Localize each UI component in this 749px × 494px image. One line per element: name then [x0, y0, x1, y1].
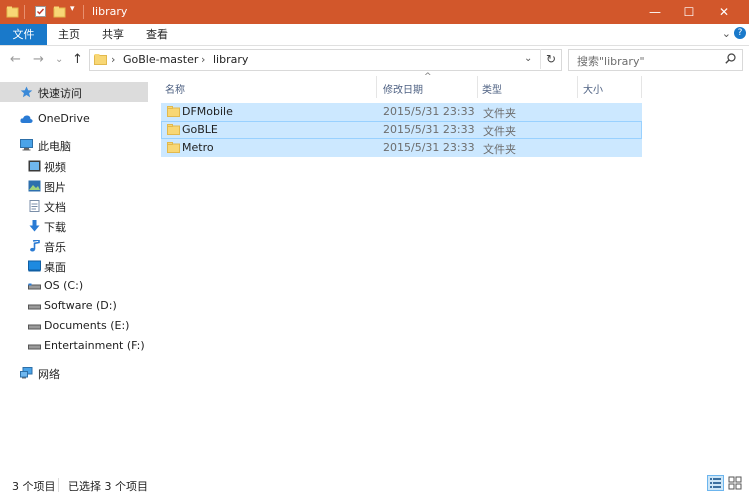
- forward-button[interactable]: →: [33, 52, 44, 67]
- column-header-size[interactable]: 大小: [583, 81, 603, 96]
- pictures-icon: [28, 180, 41, 192]
- file-name: Metro: [182, 141, 214, 154]
- file-name: GoBLE: [182, 123, 218, 136]
- column-header-name[interactable]: 名称: [165, 81, 185, 96]
- column-header-type[interactable]: 类型: [482, 81, 502, 96]
- drive-icon: [28, 324, 41, 330]
- sort-ascending-icon: ^: [424, 72, 432, 82]
- close-button[interactable]: ✕: [707, 0, 741, 24]
- search-icon[interactable]: [725, 53, 736, 64]
- nav-item-videos[interactable]: 视频: [0, 156, 148, 176]
- breadcrumb-library[interactable]: library: [213, 53, 248, 66]
- file-date: 2015/5/31 23:33: [383, 105, 475, 118]
- nav-item-onedrive[interactable]: OneDrive: [0, 109, 148, 129]
- file-date: 2015/5/31 23:33: [383, 141, 475, 154]
- divider: [24, 5, 25, 19]
- nav-item-desktop[interactable]: 桌面: [0, 256, 148, 276]
- column-divider[interactable]: [577, 76, 578, 98]
- breadcrumb-separator[interactable]: ›: [111, 53, 115, 66]
- expand-ribbon-icon[interactable]: ⌄: [722, 27, 731, 40]
- download-icon: [29, 220, 40, 232]
- drive-icon: [28, 283, 41, 290]
- title-bar: ▾ library — ☐ ✕: [0, 0, 749, 24]
- search-box[interactable]: 搜索"library": [568, 49, 743, 71]
- folder-icon: [94, 54, 107, 65]
- nav-item-pictures[interactable]: 图片: [0, 176, 148, 196]
- help-icon[interactable]: ?: [734, 27, 746, 39]
- folder-icon: [167, 142, 180, 153]
- column-divider[interactable]: [376, 76, 377, 98]
- search-input[interactable]: 搜索"library": [577, 53, 645, 69]
- nav-item-this-pc[interactable]: 此电脑: [0, 135, 148, 155]
- column-header-date[interactable]: 修改日期: [383, 81, 423, 96]
- column-headers: ^ 名称 修改日期 类型 大小: [160, 72, 749, 98]
- address-bar[interactable]: › GoBle-master › library ⌄: [89, 49, 562, 71]
- video-icon: [28, 160, 41, 172]
- new-folder-icon[interactable]: [53, 5, 66, 18]
- nav-item-documents[interactable]: 文档: [0, 196, 148, 216]
- file-row-dfmobile[interactable]: DFMobile 2015/5/31 23:33 文件夹: [161, 103, 642, 121]
- address-dropdown-icon[interactable]: ⌄: [524, 53, 532, 64]
- large-icons-view-icon[interactable]: [728, 476, 742, 490]
- ribbon: 文件 主页 共享 查看 ⌄ ?: [0, 24, 749, 46]
- tab-home[interactable]: 主页: [50, 24, 88, 45]
- up-button[interactable]: ↑: [72, 52, 83, 67]
- column-divider[interactable]: [477, 76, 478, 98]
- file-type: 文件夹: [483, 125, 516, 138]
- maximize-button[interactable]: ☐: [672, 0, 706, 24]
- nav-item-drive-c[interactable]: OS (C:): [0, 276, 148, 296]
- navigation-pane: 快速访问 OneDrive 此电脑 视频 图片 文档 下载 音乐 桌面 OS (…: [0, 78, 148, 468]
- drive-icon: [28, 304, 41, 310]
- nav-item-network[interactable]: 网络: [0, 363, 148, 383]
- nav-item-drive-e[interactable]: Documents (E:): [0, 316, 148, 336]
- nav-item-downloads[interactable]: 下载: [0, 216, 148, 236]
- cloud-icon: [20, 115, 33, 123]
- minimize-button[interactable]: —: [638, 0, 672, 24]
- folder-icon: [167, 106, 180, 117]
- drive-icon: [28, 344, 41, 350]
- nav-item-music[interactable]: 音乐: [0, 236, 148, 256]
- tab-share[interactable]: 共享: [94, 24, 132, 45]
- nav-item-quick-access[interactable]: 快速访问: [0, 82, 148, 102]
- column-divider[interactable]: [641, 76, 642, 98]
- breadcrumb-separator[interactable]: ›: [201, 53, 205, 66]
- documents-icon: [29, 200, 40, 212]
- details-view-icon: [710, 478, 721, 488]
- item-count: 3 个项目: [12, 480, 56, 493]
- nav-item-drive-d[interactable]: Software (D:): [0, 296, 148, 316]
- file-date: 2015/5/31 23:33: [383, 123, 475, 136]
- selected-count: 已选择 3 个项目: [68, 480, 148, 493]
- divider: [58, 478, 59, 492]
- folder-icon: [6, 6, 19, 18]
- nav-item-drive-f[interactable]: Entertainment (F:): [0, 336, 148, 356]
- refresh-button[interactable]: ↻: [540, 49, 561, 69]
- folder-icon: [167, 124, 180, 135]
- back-button[interactable]: ←: [10, 52, 21, 67]
- file-type: 文件夹: [483, 143, 516, 156]
- network-icon: [20, 367, 33, 379]
- computer-icon: [20, 139, 33, 151]
- desktop-icon: [28, 260, 41, 272]
- file-name: DFMobile: [182, 105, 233, 118]
- customize-toolbar-icon[interactable]: ▾: [70, 4, 75, 14]
- window-title: library: [92, 5, 128, 18]
- file-row-goble[interactable]: GoBLE 2015/5/31 23:33 文件夹: [161, 121, 642, 139]
- star-icon: [20, 86, 33, 98]
- details-view-button[interactable]: [707, 475, 724, 491]
- breadcrumb-goble-master[interactable]: GoBle-master: [123, 53, 198, 66]
- tab-view[interactable]: 查看: [138, 24, 176, 45]
- properties-icon[interactable]: [34, 5, 47, 18]
- tab-file[interactable]: 文件: [0, 24, 47, 45]
- file-row-metro[interactable]: Metro 2015/5/31 23:33 文件夹: [161, 139, 642, 157]
- divider: [83, 5, 84, 19]
- recent-locations-button[interactable]: ⌄: [55, 54, 63, 65]
- file-type: 文件夹: [483, 107, 516, 120]
- music-icon: [30, 240, 40, 252]
